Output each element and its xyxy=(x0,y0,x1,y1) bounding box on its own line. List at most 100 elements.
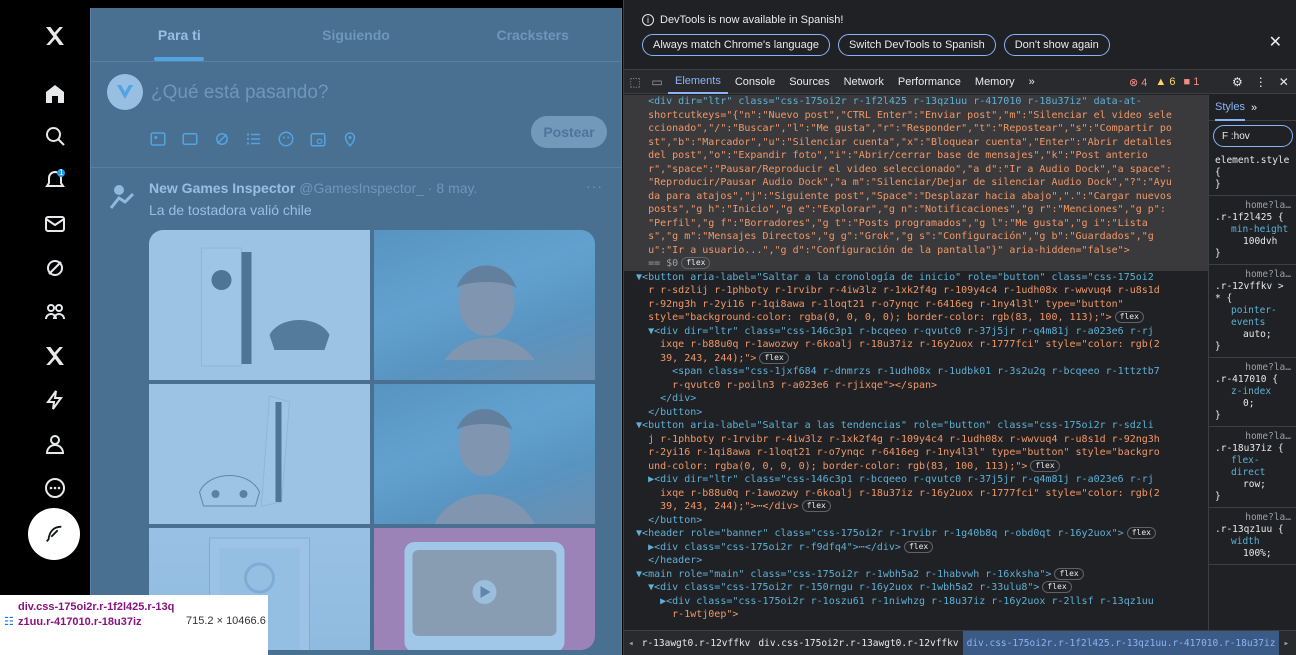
messages-icon[interactable] xyxy=(20,204,90,244)
dom-node-line[interactable]: r","space":"Pausar/Reproducir el video s… xyxy=(624,162,1208,176)
rule-property[interactable]: flex-direct xyxy=(1215,455,1291,479)
settings-icon[interactable]: ⚙ xyxy=(1232,75,1243,89)
css-rule[interactable]: home?la… .r-417010 {z-index 0;} xyxy=(1209,358,1296,427)
dom-node-line[interactable]: ▶<div class="css-175oi2r r-1oszu61 r-1ni… xyxy=(624,595,1208,609)
tab-elements[interactable]: Elements xyxy=(668,70,728,94)
device-toolbar-icon[interactable]: ▭ xyxy=(646,70,668,94)
location-icon[interactable] xyxy=(341,130,359,148)
rule-value[interactable]: auto; xyxy=(1215,329,1291,341)
switch-language-button[interactable]: Switch DevTools to Spanish xyxy=(837,34,996,56)
issue-counters[interactable]: ⊗ 4 ▲ 6 ■ 1 xyxy=(1129,70,1199,94)
css-rule[interactable]: element.style {} xyxy=(1209,151,1296,196)
css-rule[interactable]: home?la… .r-1f2l425 {min-height 100dvh} xyxy=(1209,196,1296,265)
rule-source-link[interactable]: home?la… xyxy=(1215,431,1291,443)
dom-node-line[interactable]: </button> xyxy=(624,514,1208,528)
dom-node-line[interactable]: ▶<div dir="ltr" class="css-146c3p1 r-bcq… xyxy=(624,473,1208,487)
tweet-more-button[interactable]: ··· xyxy=(586,178,603,194)
crumbs-scroll-left-icon[interactable]: ◂ xyxy=(624,638,638,649)
poll-icon[interactable] xyxy=(245,130,263,148)
close-devtools-icon[interactable]: ✕ xyxy=(1279,75,1289,89)
dom-node-line[interactable]: </div> xyxy=(624,392,1208,406)
inspect-element-icon[interactable]: ⬚ xyxy=(624,70,646,94)
dont-show-again-button[interactable]: Don't show again xyxy=(1003,34,1110,56)
tab-console[interactable]: Console xyxy=(728,70,782,94)
tweet-author-name[interactable]: New Games Inspector xyxy=(149,180,295,196)
dom-node-line[interactable]: <div dir="ltr" class="css-175oi2r r-1f2l… xyxy=(624,95,1208,109)
rule-source-link[interactable]: home?la… xyxy=(1215,512,1291,524)
tab-para-ti[interactable]: Para ti xyxy=(91,8,268,61)
flex-badge[interactable]: flex xyxy=(1030,459,1060,472)
dom-node-line[interactable]: r-92ng3h r-2yi16 r-1qi8awa r-1loqt21 r-o… xyxy=(624,298,1208,312)
dom-node-line[interactable]: ▼<div class="css-175oi2r r-150rngu r-16y… xyxy=(624,581,1208,595)
x-logo-icon[interactable] xyxy=(20,16,90,56)
media-video-screenshot[interactable] xyxy=(374,528,595,650)
dom-node-line[interactable]: </button> xyxy=(624,406,1208,420)
schedule-icon[interactable] xyxy=(309,130,327,148)
dom-node-line[interactable]: 39, 243, 244);"> flex xyxy=(624,351,1208,366)
avatar[interactable] xyxy=(107,74,143,110)
grok-icon[interactable] xyxy=(20,248,90,288)
profile-icon[interactable] xyxy=(20,424,90,464)
tweet-article[interactable]: New Games Inspector @GamesInspector_ · 8 … xyxy=(91,168,621,650)
flex-badge[interactable]: flex xyxy=(1114,311,1144,323)
dom-node-line[interactable]: st","b":"Marcador","u":"Silenciar cuenta… xyxy=(624,135,1208,149)
dom-node-line[interactable]: == $0 flex xyxy=(624,257,1208,271)
css-rule[interactable]: home?la… .r-18u37iz {flex-direct row;} xyxy=(1209,427,1296,508)
verified-orgs-icon[interactable] xyxy=(20,380,90,420)
dom-node-line[interactable]: ▼<header role="banner" class="css-175oi2… xyxy=(624,527,1208,541)
dom-node-line[interactable]: ▼<main role="main" class="css-175oi2r r-… xyxy=(624,567,1208,582)
rule-property[interactable]: z-index xyxy=(1215,386,1291,398)
tab-network[interactable]: Network xyxy=(837,70,891,94)
rule-value[interactable]: 100%; xyxy=(1215,548,1291,560)
dom-node-line[interactable]: und-color: rgba(0, 0, 0, 0); border-colo… xyxy=(624,459,1208,474)
dom-node-line[interactable]: "Reproducir/Pausar Audio Dock","a m":"Si… xyxy=(624,176,1208,190)
rule-property[interactable]: pointer-events xyxy=(1215,305,1291,329)
dom-node-line[interactable]: r-1wtj0ep"> xyxy=(624,608,1208,622)
breadcrumb-item[interactable]: r-13awgt0.r-12vffkv xyxy=(638,631,755,655)
more-panes-icon[interactable]: » xyxy=(1251,102,1257,114)
rule-source-link[interactable]: home?la… xyxy=(1215,362,1291,374)
rule-source-link[interactable]: home?la… xyxy=(1215,200,1291,212)
tab-memory[interactable]: Memory xyxy=(968,70,1022,94)
communities-icon[interactable] xyxy=(20,292,90,332)
rule-value[interactable]: 100dvh xyxy=(1215,236,1291,248)
flex-badge[interactable]: flex xyxy=(1054,567,1084,580)
premium-icon[interactable] xyxy=(20,336,90,376)
dom-node-line[interactable]: u":"Ir a usuario...","g d":"Configuració… xyxy=(624,243,1208,257)
dom-node-line[interactable]: r-qvutc0 r-poiln3 r-a023e6 r-rjixqe"></s… xyxy=(624,379,1208,393)
dom-node-line[interactable]: ixqe r-b88u0q r-1awozwy r-6koalj r-18u37… xyxy=(624,487,1208,501)
flex-badge[interactable]: flex xyxy=(681,257,711,269)
more-options-icon[interactable] xyxy=(20,468,90,508)
warning-count[interactable]: ▲ 6 xyxy=(1155,76,1175,88)
close-icon[interactable]: ✕ xyxy=(1269,32,1282,52)
dom-node-line[interactable]: ccionado","/":"Buscar","l":"Me gusta","r… xyxy=(624,122,1208,136)
tweet-media-grid[interactable] xyxy=(149,230,595,650)
media-pool-photo-2[interactable] xyxy=(374,384,595,524)
rule-value[interactable]: row; xyxy=(1215,479,1291,491)
media-pool-photo-1[interactable] xyxy=(374,230,595,380)
issues-count[interactable]: ■ 1 xyxy=(1183,76,1199,88)
css-rule[interactable]: home?la… .r-13qz1uu {width 100%; xyxy=(1209,508,1296,565)
media-ps5-slim[interactable] xyxy=(149,384,370,524)
dom-node-line[interactable]: <span class="css-1jxf684 r-dnmrzs r-1udh… xyxy=(624,365,1208,379)
notifications-icon[interactable]: 1 xyxy=(20,160,90,200)
post-input[interactable]: ¿Qué está pasando? xyxy=(151,82,328,104)
dom-node-line[interactable]: r r-sdzlij r-1phboty r-1rvibr r-4iw3lz r… xyxy=(624,284,1208,298)
grok-compose-icon[interactable] xyxy=(213,130,231,148)
flex-badge[interactable]: flex xyxy=(1042,581,1072,593)
tab-cracksters[interactable]: Cracksters xyxy=(444,8,621,61)
gif-icon[interactable] xyxy=(181,130,199,148)
flex-badge[interactable]: flex xyxy=(759,351,789,364)
dom-tree[interactable]: <div dir="ltr" class="css-175oi2r r-1f2l… xyxy=(624,95,1208,630)
rule-property[interactable]: width xyxy=(1215,536,1291,548)
dom-node-line[interactable]: style="background-color: rgba(0, 0, 0, 0… xyxy=(624,311,1208,325)
css-rule[interactable]: home?la… .r-12vffkv > * {pointer-events au… xyxy=(1209,265,1296,358)
dom-node-line[interactable]: del post","o":"Expandir foto","i":"Abrir… xyxy=(624,149,1208,163)
dom-node-line[interactable]: "Perfil","g f":"Borradores","g t":"Posts… xyxy=(624,216,1208,230)
crumbs-scroll-right-icon[interactable]: ▸ xyxy=(1279,638,1293,649)
kebab-menu-icon[interactable]: ⋮ xyxy=(1255,75,1267,89)
home-icon[interactable] xyxy=(20,74,90,114)
error-count[interactable]: ⊗ 4 xyxy=(1129,76,1147,89)
compose-post-button[interactable] xyxy=(28,508,80,560)
dom-node-line[interactable]: ▼<button aria-label="Saltar a las tenden… xyxy=(624,419,1208,433)
